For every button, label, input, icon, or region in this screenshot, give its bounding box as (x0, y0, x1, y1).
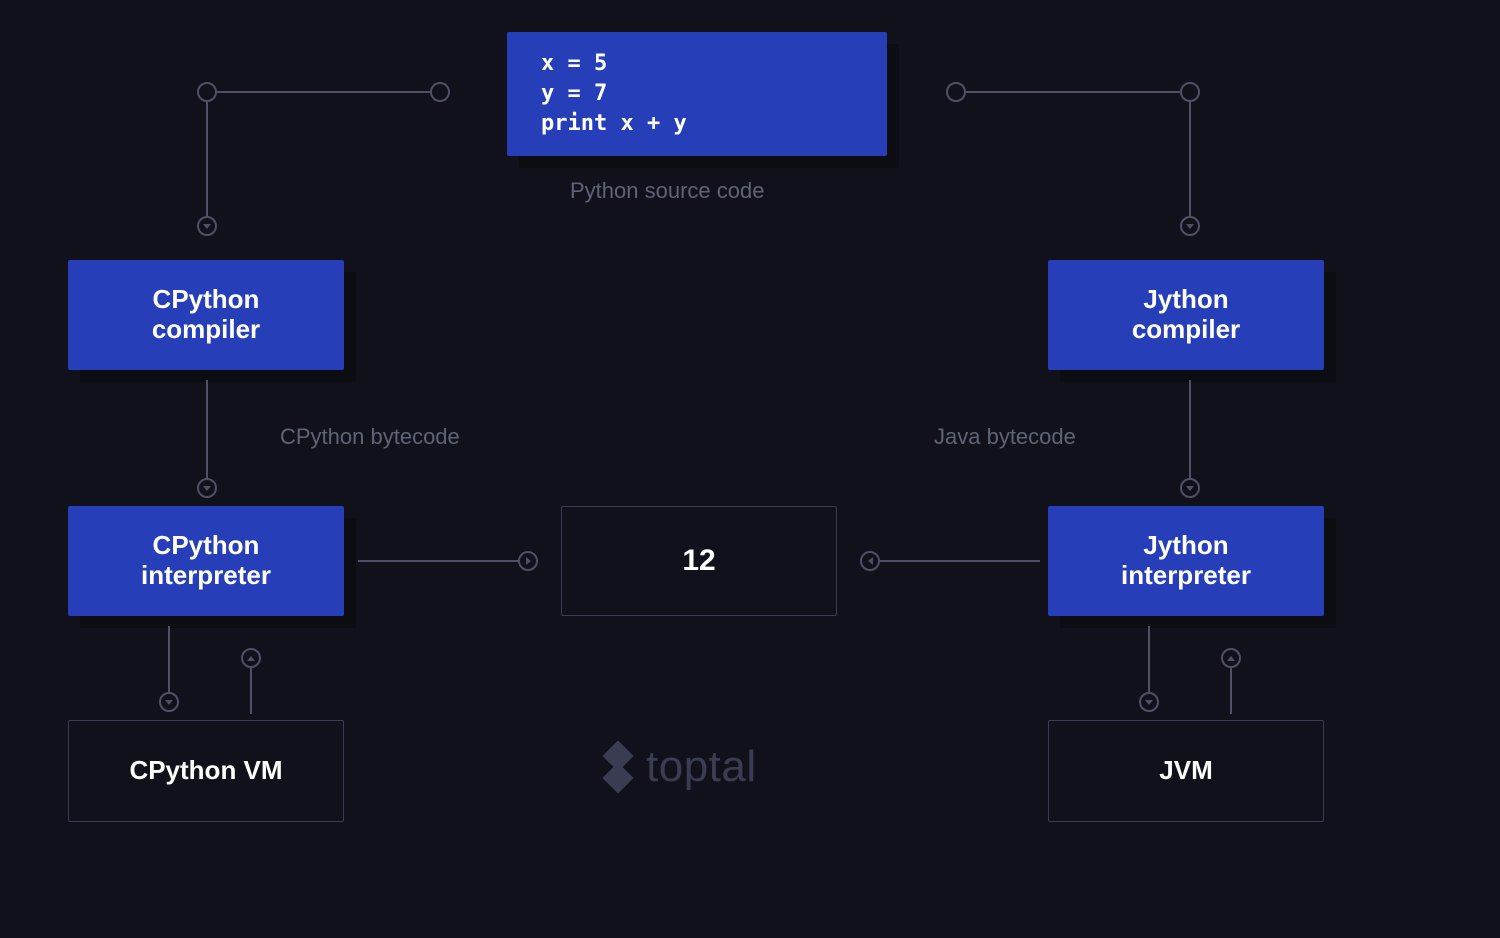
cpython-compiler-label-2: compiler (152, 315, 260, 345)
arrow-down-icon (159, 692, 179, 712)
arrow-right-icon (518, 551, 538, 571)
cpython-interpreter-box: CPython interpreter (68, 506, 344, 616)
cpython-compiler-label: CPython (153, 285, 260, 315)
cpython-bytecode-label: CPython bytecode (280, 424, 460, 450)
toptal-wordmark: toptal (646, 742, 757, 792)
jython-interpreter-box: Jython interpreter (1048, 506, 1324, 616)
cpython-interpreter-label-2: interpreter (141, 561, 271, 591)
arrow-up-icon (241, 648, 261, 668)
jython-interpreter-label-2: interpreter (1121, 561, 1251, 591)
connector-node-icon (430, 82, 450, 102)
source-code-label: Python source code (570, 178, 764, 204)
cpython-interpreter-label: CPython (153, 531, 260, 561)
connector-line (206, 380, 208, 480)
source-code-box: x = 5 y = 7 print x + y (507, 32, 887, 156)
connector-node-icon (1180, 82, 1200, 102)
arrow-down-icon (1139, 692, 1159, 712)
jython-compiler-label-2: compiler (1132, 315, 1240, 345)
arrow-down-icon (1180, 478, 1200, 498)
java-bytecode-label: Java bytecode (934, 424, 1076, 450)
connector-line (965, 91, 1181, 93)
jython-interpreter-label: Jython (1143, 531, 1228, 561)
connector-line (1189, 101, 1191, 217)
jython-compiler-box: Jython compiler (1048, 260, 1324, 370)
connector-line (1230, 668, 1232, 714)
connector-node-icon (946, 82, 966, 102)
toptal-glyph-icon (600, 745, 636, 789)
jython-compiler-label: Jython (1143, 285, 1228, 315)
cpython-vm-box: CPython VM (68, 720, 344, 822)
arrow-left-icon (860, 551, 880, 571)
connector-line (168, 626, 170, 694)
arrow-up-icon (1221, 648, 1241, 668)
arrow-down-icon (197, 216, 217, 236)
arrow-down-icon (1180, 216, 1200, 236)
jvm-box: JVM (1048, 720, 1324, 822)
toptal-logo: toptal (600, 742, 757, 792)
connector-line (358, 560, 518, 562)
connector-line (1189, 380, 1191, 480)
connector-line (880, 560, 1040, 562)
connector-line (250, 668, 252, 714)
connector-line (216, 91, 432, 93)
cpython-compiler-box: CPython compiler (68, 260, 344, 370)
connector-line (206, 101, 208, 217)
arrow-down-icon (197, 478, 217, 498)
connector-node-icon (197, 82, 217, 102)
connector-line (1148, 626, 1150, 694)
output-box: 12 (561, 506, 837, 616)
